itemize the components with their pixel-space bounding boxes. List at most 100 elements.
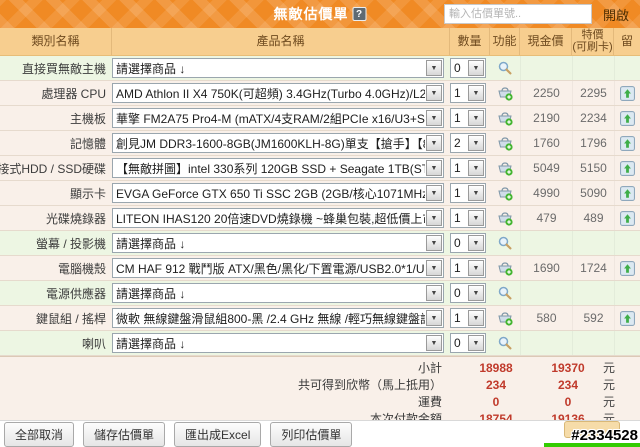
chevron-down-icon[interactable]: ▼ [468,210,484,226]
open-quote-button[interactable]: 開啟 [598,4,634,24]
column-header-product: 產品名稱 [112,28,450,55]
chevron-down-icon[interactable]: ▼ [468,285,484,301]
product-select[interactable]: 創見JM DDR3-1600-8GB(JM1600KLH-8G)單支【搶手】【8… [112,133,444,153]
quantity-select[interactable]: 1 ▼ [450,258,486,278]
add-to-cart-icon[interactable] [497,160,513,176]
search-icon[interactable] [497,235,513,251]
cash-price [520,231,572,255]
product-select[interactable]: 【無敵拼圖】intel 330系列 120GB SSD + Seagate 1T… [112,158,444,178]
product-select[interactable]: 請選擇商品 ↓ ▼ [112,283,444,303]
product-select[interactable]: CM HAF 912 戰鬥版 ATX/黑色/黑化/下置電源/USB2.0*1/U… [112,258,444,278]
chevron-down-icon[interactable]: ▼ [426,260,442,276]
cash-price: 479 [520,206,572,230]
product-select[interactable]: 請選擇商品 ↓ ▼ [112,58,444,78]
chevron-down-icon[interactable]: ▼ [468,160,484,176]
keep-item-icon[interactable] [620,210,635,226]
product-select-value: 請選擇商品 ↓ [116,61,186,76]
chevron-down-icon[interactable]: ▼ [468,60,484,76]
column-header-special: 特價 (可刷卡) [572,28,614,55]
add-to-cart-icon[interactable] [497,260,513,276]
chevron-down-icon[interactable]: ▼ [468,185,484,201]
product-select[interactable]: 請選擇商品 ↓ ▼ [112,233,444,253]
quantity-select[interactable]: 0 ▼ [450,58,486,78]
chevron-down-icon[interactable]: ▼ [426,135,442,151]
column-header-keep: 留 [620,34,633,49]
category-label: 處理器 CPU [41,86,106,101]
product-select[interactable]: 華擎 FM2A75 Pro4-M (mATX/4支RAM/2組PCIe x16/… [112,108,444,128]
summary-special-value: 19370 [551,360,585,375]
summary-row: 小計 18988 19370 元 [0,359,640,376]
chevron-down-icon[interactable]: ▼ [468,260,484,276]
add-to-cart-icon[interactable] [497,185,513,201]
cancel-all-button[interactable]: 全部取消 [4,421,75,447]
quantity-select[interactable]: 0 ▼ [450,333,486,353]
chevron-down-icon[interactable]: ▼ [426,235,442,251]
chevron-down-icon[interactable]: ▼ [468,310,484,326]
product-select[interactable]: 請選擇商品 ↓ ▼ [112,333,444,353]
product-select[interactable]: AMD Athlon II X4 750K(可超頻) 3.4GHz(Turbo … [112,83,444,103]
quantity-select[interactable]: 0 ▼ [450,283,486,303]
quantity-select-value: 0 [454,61,461,75]
print-quote-button[interactable]: 列印估價單 [270,421,353,447]
cash-price: 580 [520,306,572,330]
table-row: 內接式HDD / SSD硬碟 【無敵拼圖】intel 330系列 120GB S… [0,156,640,181]
chevron-down-icon[interactable]: ▼ [426,160,442,176]
chevron-down-icon[interactable]: ▼ [468,235,484,251]
quantity-select[interactable]: 1 ▼ [450,108,486,128]
add-to-cart-icon[interactable] [497,85,513,101]
quantity-select[interactable]: 2 ▼ [450,133,486,153]
cash-price: 1690 [520,256,572,280]
column-header-qty: 數量 [450,28,490,55]
product-select-value: EVGA GeForce GTX 650 Ti SSC 2GB (2GB/核心1… [116,186,425,201]
add-to-cart-icon[interactable] [497,135,513,151]
product-select[interactable]: EVGA GeForce GTX 650 Ti SSC 2GB (2GB/核心1… [112,183,444,203]
chevron-down-icon[interactable]: ▼ [468,335,484,351]
chevron-down-icon[interactable]: ▼ [426,335,442,351]
chevron-down-icon[interactable]: ▼ [468,110,484,126]
quantity-select[interactable]: 0 ▼ [450,233,486,253]
category-label: 顯示卡 [69,186,106,201]
chevron-down-icon[interactable]: ▼ [426,85,442,101]
quote-number-input[interactable] [444,4,592,24]
table-row: 螢幕 / 投影機 請選擇商品 ↓ ▼ 0 ▼ [0,231,640,256]
save-quote-button[interactable]: 儲存估價單 [83,421,166,447]
add-to-cart-icon[interactable] [497,210,513,226]
search-icon[interactable] [497,60,513,76]
table-row: 顯示卡 EVGA GeForce GTX 650 Ti SSC 2GB (2GB… [0,181,640,206]
keep-item-icon[interactable] [620,135,635,151]
chevron-down-icon[interactable]: ▼ [468,135,484,151]
add-to-cart-icon[interactable] [497,310,513,326]
special-price [572,56,614,80]
keep-item-icon[interactable] [620,85,635,101]
chevron-down-icon[interactable]: ▼ [426,310,442,326]
quantity-select[interactable]: 1 ▼ [450,183,486,203]
category-label: 光碟燒錄器 [45,211,106,226]
chevron-down-icon[interactable]: ▼ [426,60,442,76]
product-select-value: 華擎 FM2A75 Pro4-M (mATX/4支RAM/2組PCIe x16/… [116,111,425,126]
chevron-down-icon[interactable]: ▼ [468,85,484,101]
quantity-select-value: 1 [454,161,461,175]
keep-item-icon[interactable] [620,310,635,326]
product-select[interactable]: LITEON IHAS120 20倍速DVD燒錄機 ~蜂巢包裝,超低價上市~【搶… [112,208,444,228]
export-excel-button[interactable]: 匯出成Excel [174,421,262,447]
chevron-down-icon[interactable]: ▼ [426,185,442,201]
chevron-down-icon[interactable]: ▼ [426,110,442,126]
keep-item-icon[interactable] [620,110,635,126]
chevron-down-icon[interactable]: ▼ [426,210,442,226]
quantity-select[interactable]: 1 ▼ [450,83,486,103]
quantity-select-value: 1 [454,261,461,275]
help-icon[interactable]: ? [352,7,367,21]
add-to-cart-icon[interactable] [497,110,513,126]
quantity-select[interactable]: 1 ▼ [450,308,486,328]
keep-item-icon[interactable] [620,260,635,276]
quantity-select[interactable]: 1 ▼ [450,158,486,178]
quantity-select[interactable]: 1 ▼ [450,208,486,228]
search-icon[interactable] [497,285,513,301]
product-select[interactable]: 微軟 無線鍵盤滑鼠組800-黑 /2.4 GHz 無線 /輕巧無線鍵盤設計 /二… [112,308,444,328]
keep-item-icon[interactable] [620,160,635,176]
chevron-down-icon[interactable]: ▼ [426,285,442,301]
summary-section: 小計 18988 19370 元 共可得到欣幣（馬上抵用） 234 234 元 … [0,356,640,427]
keep-item-icon[interactable] [620,185,635,201]
table-row: 記憶體 創見JM DDR3-1600-8GB(JM1600KLH-8G)單支【搶… [0,131,640,156]
search-icon[interactable] [497,335,513,351]
